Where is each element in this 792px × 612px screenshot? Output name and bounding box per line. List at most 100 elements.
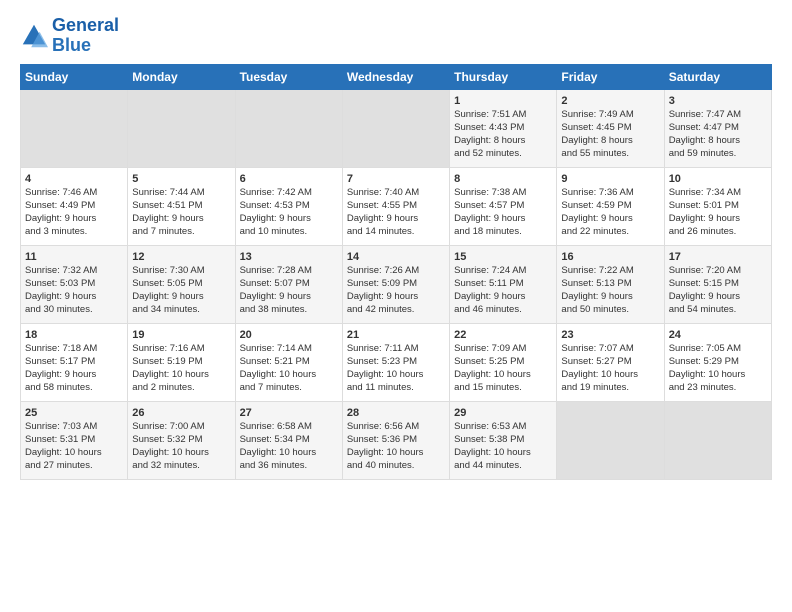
sunset-text: Sunset: 5:19 PM <box>132 356 230 369</box>
header-row: SundayMondayTuesdayWednesdayThursdayFrid… <box>21 64 772 89</box>
daylight-minutes: and 23 minutes. <box>669 382 767 395</box>
daylight-minutes: and 42 minutes. <box>347 304 445 317</box>
day-cell: 29Sunrise: 6:53 AMSunset: 5:38 PMDayligh… <box>450 401 557 479</box>
day-number: 5 <box>132 172 230 187</box>
daylight-hours: Daylight: 9 hours <box>25 291 123 304</box>
daylight-minutes: and 3 minutes. <box>25 226 123 239</box>
sunset-text: Sunset: 5:23 PM <box>347 356 445 369</box>
sunset-text: Sunset: 5:05 PM <box>132 278 230 291</box>
day-cell: 17Sunrise: 7:20 AMSunset: 5:15 PMDayligh… <box>664 245 771 323</box>
day-number: 16 <box>561 250 659 265</box>
sunrise-text: Sunrise: 7:49 AM <box>561 109 659 122</box>
daylight-minutes: and 19 minutes. <box>561 382 659 395</box>
daylight-hours: Daylight: 9 hours <box>240 291 338 304</box>
day-number: 9 <box>561 172 659 187</box>
day-number: 25 <box>25 406 123 421</box>
daylight-minutes: and 38 minutes. <box>240 304 338 317</box>
daylight-hours: Daylight: 10 hours <box>25 447 123 460</box>
day-number: 24 <box>669 328 767 343</box>
daylight-minutes: and 52 minutes. <box>454 148 552 161</box>
day-cell: 25Sunrise: 7:03 AMSunset: 5:31 PMDayligh… <box>21 401 128 479</box>
sunset-text: Sunset: 4:47 PM <box>669 122 767 135</box>
daylight-hours: Daylight: 9 hours <box>669 213 767 226</box>
day-cell: 7Sunrise: 7:40 AMSunset: 4:55 PMDaylight… <box>342 167 449 245</box>
daylight-hours: Daylight: 9 hours <box>132 213 230 226</box>
daylight-minutes: and 27 minutes. <box>25 460 123 473</box>
day-number: 2 <box>561 94 659 109</box>
day-cell: 13Sunrise: 7:28 AMSunset: 5:07 PMDayligh… <box>235 245 342 323</box>
daylight-minutes: and 7 minutes. <box>132 226 230 239</box>
daylight-hours: Daylight: 9 hours <box>25 213 123 226</box>
sunset-text: Sunset: 5:09 PM <box>347 278 445 291</box>
daylight-hours: Daylight: 8 hours <box>669 135 767 148</box>
daylight-minutes: and 10 minutes. <box>240 226 338 239</box>
daylight-minutes: and 50 minutes. <box>561 304 659 317</box>
sunrise-text: Sunrise: 7:40 AM <box>347 187 445 200</box>
sunrise-text: Sunrise: 7:47 AM <box>669 109 767 122</box>
day-cell: 3Sunrise: 7:47 AMSunset: 4:47 PMDaylight… <box>664 89 771 167</box>
daylight-hours: Daylight: 8 hours <box>561 135 659 148</box>
day-cell: 16Sunrise: 7:22 AMSunset: 5:13 PMDayligh… <box>557 245 664 323</box>
sunrise-text: Sunrise: 7:14 AM <box>240 343 338 356</box>
daylight-minutes: and 26 minutes. <box>669 226 767 239</box>
day-cell <box>557 401 664 479</box>
day-number: 10 <box>669 172 767 187</box>
week-row-4: 18Sunrise: 7:18 AMSunset: 5:17 PMDayligh… <box>21 323 772 401</box>
sunrise-text: Sunrise: 7:30 AM <box>132 265 230 278</box>
day-cell: 2Sunrise: 7:49 AMSunset: 4:45 PMDaylight… <box>557 89 664 167</box>
sunrise-text: Sunrise: 7:11 AM <box>347 343 445 356</box>
sunrise-text: Sunrise: 7:00 AM <box>132 421 230 434</box>
daylight-hours: Daylight: 9 hours <box>454 213 552 226</box>
sunset-text: Sunset: 5:13 PM <box>561 278 659 291</box>
sunset-text: Sunset: 5:36 PM <box>347 434 445 447</box>
sunrise-text: Sunrise: 6:53 AM <box>454 421 552 434</box>
daylight-hours: Daylight: 8 hours <box>454 135 552 148</box>
day-number: 14 <box>347 250 445 265</box>
day-cell: 24Sunrise: 7:05 AMSunset: 5:29 PMDayligh… <box>664 323 771 401</box>
sunrise-text: Sunrise: 7:26 AM <box>347 265 445 278</box>
day-cell: 20Sunrise: 7:14 AMSunset: 5:21 PMDayligh… <box>235 323 342 401</box>
sunrise-text: Sunrise: 6:56 AM <box>347 421 445 434</box>
day-cell: 19Sunrise: 7:16 AMSunset: 5:19 PMDayligh… <box>128 323 235 401</box>
sunset-text: Sunset: 4:59 PM <box>561 200 659 213</box>
day-cell: 11Sunrise: 7:32 AMSunset: 5:03 PMDayligh… <box>21 245 128 323</box>
day-cell: 14Sunrise: 7:26 AMSunset: 5:09 PMDayligh… <box>342 245 449 323</box>
sunset-text: Sunset: 5:34 PM <box>240 434 338 447</box>
day-cell <box>21 89 128 167</box>
sunset-text: Sunset: 5:27 PM <box>561 356 659 369</box>
sunrise-text: Sunrise: 7:42 AM <box>240 187 338 200</box>
sunrise-text: Sunrise: 7:09 AM <box>454 343 552 356</box>
day-number: 8 <box>454 172 552 187</box>
day-cell: 21Sunrise: 7:11 AMSunset: 5:23 PMDayligh… <box>342 323 449 401</box>
sunset-text: Sunset: 4:49 PM <box>25 200 123 213</box>
daylight-hours: Daylight: 10 hours <box>132 447 230 460</box>
daylight-hours: Daylight: 10 hours <box>454 369 552 382</box>
day-number: 28 <box>347 406 445 421</box>
day-number: 17 <box>669 250 767 265</box>
day-number: 26 <box>132 406 230 421</box>
sunrise-text: Sunrise: 7:46 AM <box>25 187 123 200</box>
day-cell: 12Sunrise: 7:30 AMSunset: 5:05 PMDayligh… <box>128 245 235 323</box>
daylight-minutes: and 54 minutes. <box>669 304 767 317</box>
sunrise-text: Sunrise: 7:34 AM <box>669 187 767 200</box>
daylight-hours: Daylight: 9 hours <box>561 213 659 226</box>
daylight-minutes: and 59 minutes. <box>669 148 767 161</box>
header-cell-tuesday: Tuesday <box>235 64 342 89</box>
daylight-minutes: and 55 minutes. <box>561 148 659 161</box>
day-number: 4 <box>25 172 123 187</box>
daylight-minutes: and 40 minutes. <box>347 460 445 473</box>
header-cell-monday: Monday <box>128 64 235 89</box>
daylight-minutes: and 11 minutes. <box>347 382 445 395</box>
day-cell: 6Sunrise: 7:42 AMSunset: 4:53 PMDaylight… <box>235 167 342 245</box>
sunset-text: Sunset: 5:32 PM <box>132 434 230 447</box>
page: General Blue SundayMondayTuesdayWednesda… <box>0 0 792 612</box>
day-cell: 5Sunrise: 7:44 AMSunset: 4:51 PMDaylight… <box>128 167 235 245</box>
header-cell-sunday: Sunday <box>21 64 128 89</box>
daylight-hours: Daylight: 9 hours <box>240 213 338 226</box>
logo-icon <box>20 22 48 50</box>
header-cell-thursday: Thursday <box>450 64 557 89</box>
daylight-hours: Daylight: 10 hours <box>347 447 445 460</box>
daylight-hours: Daylight: 10 hours <box>347 369 445 382</box>
daylight-hours: Daylight: 9 hours <box>347 291 445 304</box>
day-cell: 23Sunrise: 7:07 AMSunset: 5:27 PMDayligh… <box>557 323 664 401</box>
